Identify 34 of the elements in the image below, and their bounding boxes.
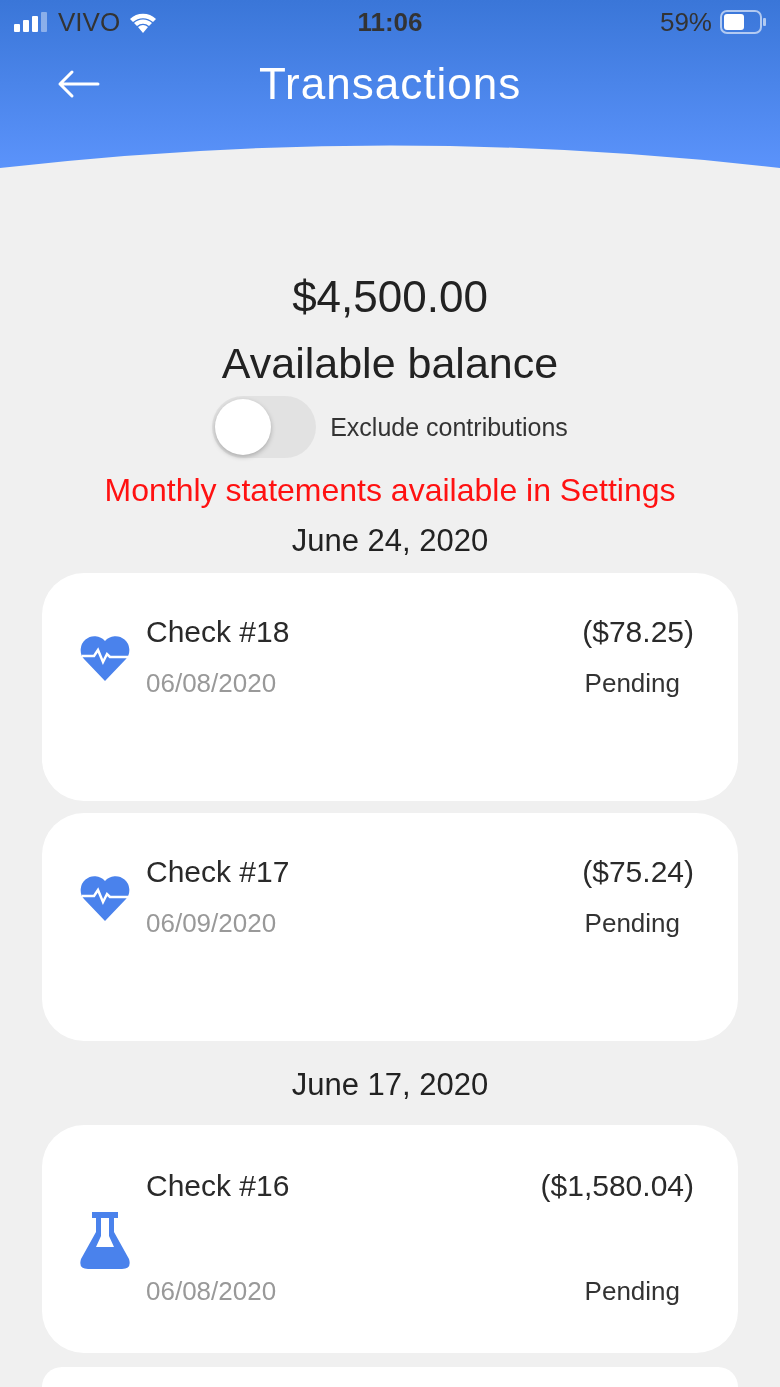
carrier-name: VIVO xyxy=(58,6,121,38)
wifi-icon xyxy=(128,11,159,33)
date-heading: June 24, 2020 xyxy=(291,523,489,559)
heart-pulse-icon xyxy=(80,635,130,681)
toggle-switch[interactable] xyxy=(212,396,317,458)
transaction-card[interactable]: Check #17 ($75.24) 06/09/2020 Pending xyxy=(42,813,738,1041)
balance-amount: $4,500.00 xyxy=(292,272,488,322)
transaction-title: Check #16 xyxy=(146,1169,290,1203)
battery-icon xyxy=(720,10,766,34)
transaction-amount: ($1,580.04) xyxy=(540,1169,694,1203)
flask-icon xyxy=(80,1212,130,1270)
transaction-card[interactable]: Check #18 ($78.25) 06/08/2020 Pending xyxy=(42,573,738,801)
transaction-card[interactable]: Check #16 ($1,580.04) 06/08/2020 Pending xyxy=(42,1125,738,1353)
back-arrow-icon xyxy=(56,69,100,99)
back-button[interactable] xyxy=(56,69,100,99)
transaction-date: 06/08/2020 xyxy=(146,667,277,699)
transaction-title: Check #18 xyxy=(146,615,290,649)
transaction-date: 06/08/2020 xyxy=(146,1275,277,1307)
status-time: 11:06 xyxy=(357,6,423,38)
battery-percent: 59% xyxy=(659,6,712,38)
heart-pulse-icon xyxy=(80,875,130,921)
toggle-label: Exclude contributions xyxy=(330,412,568,442)
transaction-amount: ($78.25) xyxy=(582,615,694,649)
transaction-status: Pending xyxy=(583,1274,681,1308)
signal-icon xyxy=(14,12,50,32)
transaction-date: 06/09/2020 xyxy=(146,907,277,939)
date-heading: June 17, 2020 xyxy=(291,1067,489,1103)
transaction-title: Check #17 xyxy=(146,855,290,889)
transaction-amount: ($75.24) xyxy=(582,855,694,889)
transaction-status: Pending xyxy=(583,666,681,700)
balance-label: Available balance xyxy=(221,338,559,388)
notice-text: Monthly statements available in Settings xyxy=(104,472,676,509)
transaction-status: Pending xyxy=(583,906,681,940)
page-title: Transactions xyxy=(258,59,522,109)
